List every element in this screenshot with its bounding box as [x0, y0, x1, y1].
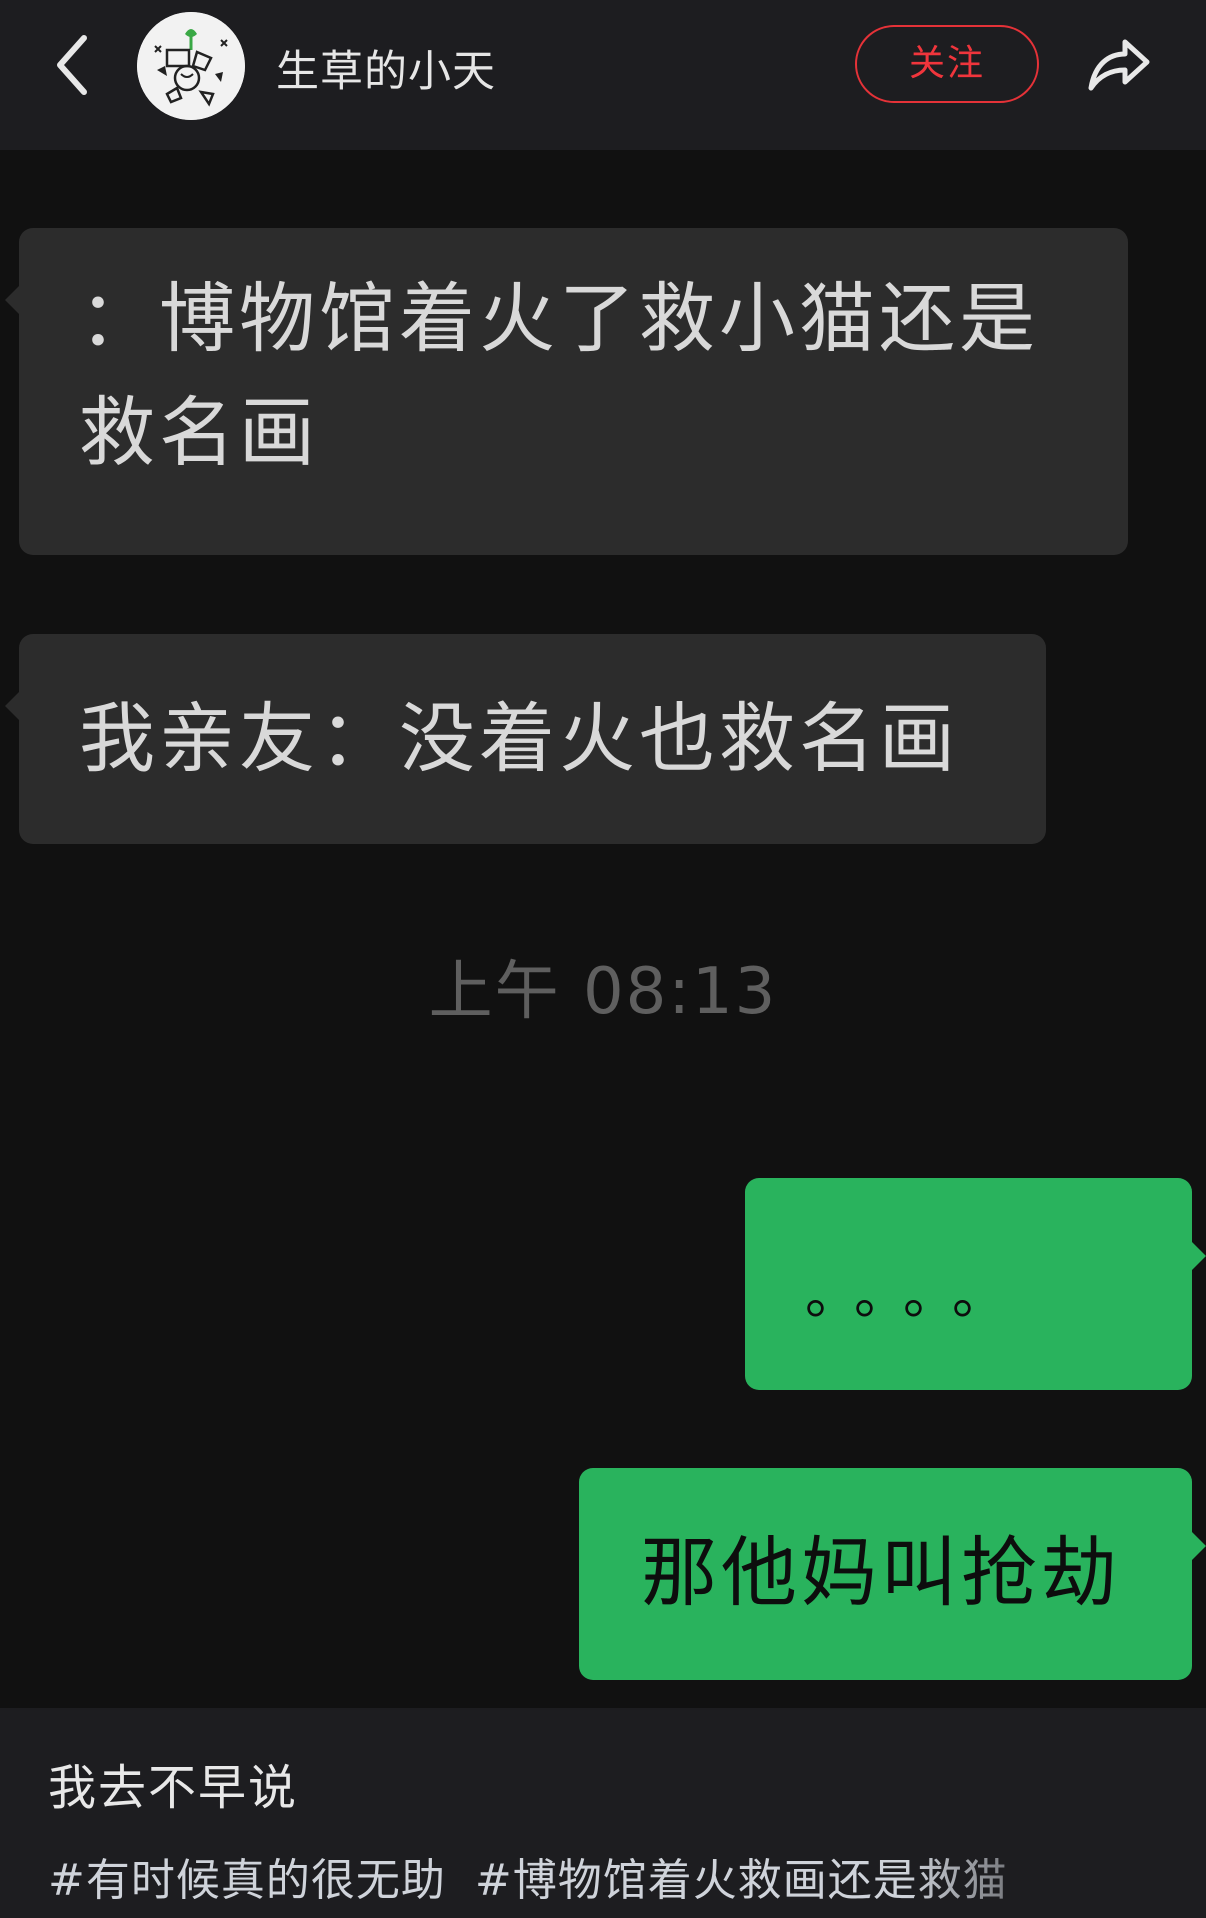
message-text: 。。。。	[805, 1263, 1028, 1326]
avatar-illustration	[137, 12, 245, 120]
message-text: ：博物馆着火了救小猫还是救名画	[79, 274, 1039, 477]
message-text: 我亲友：没着火也救名画	[79, 694, 959, 783]
avatar[interactable]	[137, 12, 245, 120]
hashtag-link[interactable]: #有时候真的很无助	[48, 1855, 446, 1906]
bubble-tail	[1192, 1532, 1206, 1560]
top-bar: 生草的小天 关注	[0, 0, 1206, 150]
chevron-left-icon	[57, 35, 87, 95]
bubble-tail	[5, 692, 19, 720]
caption-text: 我去不早说	[48, 1760, 299, 1816]
incoming-message-bubble: 我亲友：没着火也救名画	[5, 634, 1046, 844]
outgoing-message-bubble: 那他妈叫抢劫	[579, 1468, 1206, 1680]
back-button[interactable]	[48, 30, 98, 100]
bubble-tail	[5, 286, 19, 314]
outgoing-message-bubble: 。。。。	[745, 1178, 1206, 1390]
incoming-message-bubble: ：博物馆着火了救小猫还是救名画	[5, 228, 1128, 555]
share-button[interactable]	[1083, 30, 1153, 100]
chat-screenshot: ：博物馆着火了救小猫还是救名画 我亲友：没着火也救名画 上午 08:13 。。。…	[0, 150, 1206, 1708]
text-fade-overlay	[906, 1828, 1206, 1918]
message-text: 那他妈叫抢劫	[641, 1528, 1121, 1617]
post-caption: 我去不早说 #有时候真的很无助 #博物馆着火救画还是救猫	[0, 1708, 1206, 1918]
share-arrow-icon	[1088, 39, 1150, 91]
message-timestamp: 上午 08:13	[428, 955, 778, 1029]
account-name[interactable]: 生草的小天	[276, 37, 496, 99]
hashtag-list: #有时候真的很无助 #博物馆着火救画还是救猫	[48, 1844, 1022, 1908]
bubble-tail	[1192, 1242, 1206, 1270]
follow-button[interactable]: 关注	[855, 25, 1039, 103]
